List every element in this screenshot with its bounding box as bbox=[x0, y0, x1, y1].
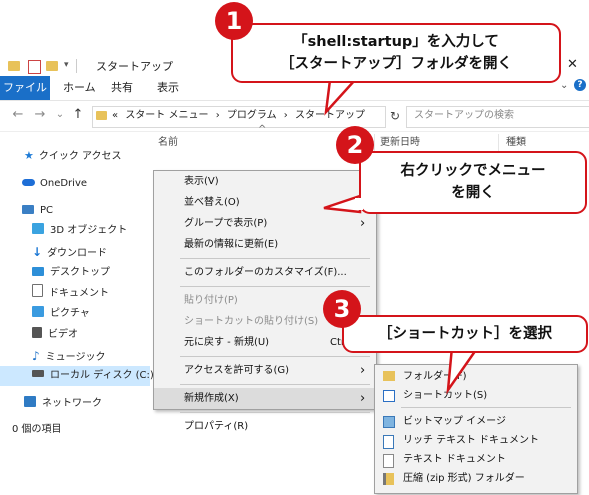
callout-1: 「shell:startup」を入力して ［スタートアップ］フォルダを開く bbox=[231, 23, 561, 83]
step-1-badge: 1 bbox=[215, 2, 253, 40]
callout-1-arrow bbox=[324, 78, 358, 116]
callout-3-arrow bbox=[446, 345, 481, 395]
step-3-badge: 3 bbox=[323, 290, 361, 328]
callout-2-erase bbox=[355, 198, 363, 210]
callout-2: 右クリックでメニュー を開く bbox=[359, 151, 587, 214]
step-2-badge: 2 bbox=[336, 126, 374, 164]
callout-1-erase bbox=[333, 74, 352, 80]
callout-3-erase bbox=[455, 343, 475, 349]
